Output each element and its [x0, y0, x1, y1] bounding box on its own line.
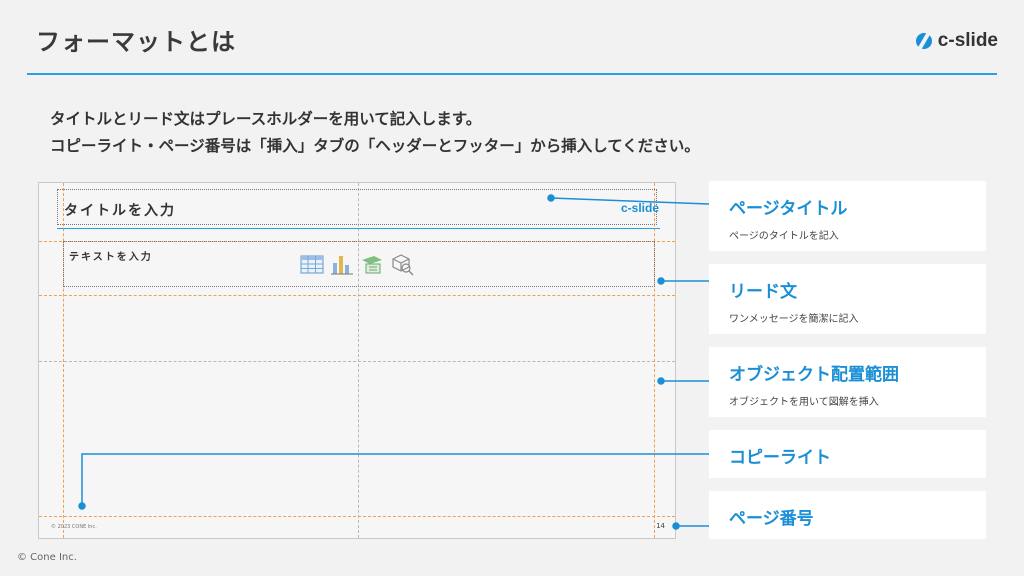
grid-horizontal-middle — [39, 361, 675, 362]
page-title: フォーマットとは — [36, 28, 236, 56]
callout-card-page-number: ページ番号 — [709, 491, 986, 539]
callout-card-page-title: ページタイトル ページのタイトルを記入 — [709, 181, 986, 251]
callout-card-copyright: コピーライト — [709, 430, 986, 478]
c-slide-logo-icon — [915, 33, 932, 49]
callout-subtitle: オブジェクトを用いて図解を挿入 — [729, 397, 879, 408]
intro-text: タイトルとリード文はプレースホルダーを用いて記入します。 コピーライト・ページ番… — [50, 106, 700, 160]
brand-logo-text: c-slide — [937, 30, 998, 51]
insert-icons — [300, 252, 414, 276]
header-divider — [27, 73, 997, 75]
3d-model-icon[interactable] — [390, 252, 414, 276]
callout-title: リード文 — [729, 282, 797, 302]
callout-title: ページ番号 — [729, 509, 814, 529]
intro-line-1: タイトルとリード文はプレースホルダーを用いて記入します。 — [50, 110, 482, 128]
intro-line-2: コピーライト・ページ番号は「挿入」タブの「ヘッダーとフッター」から挿入してくださ… — [50, 137, 700, 155]
guide-right — [654, 183, 655, 538]
footer-copyright: © Cone Inc. — [17, 552, 77, 563]
callout-subtitle: ページのタイトルを記入 — [729, 231, 839, 242]
slide-header-line — [57, 228, 660, 229]
callout-title: ページタイトル — [729, 199, 848, 219]
text-placeholder[interactable]: テキストを入力 — [63, 241, 655, 287]
title-placeholder-text: タイトルを入力 — [64, 203, 176, 219]
callout-card-lead-text: リード文 ワンメッセージを簡潔に記入 — [709, 264, 986, 334]
slide-logo: c-slide — [620, 201, 659, 215]
brand-logo: c-slide — [915, 30, 998, 52]
callout-card-object-area: オブジェクト配置範囲 オブジェクトを用いて図解を挿入 — [709, 347, 986, 417]
text-placeholder-text: テキストを入力 — [69, 252, 153, 263]
guide-content-top — [39, 295, 675, 296]
chart-icon[interactable] — [330, 252, 354, 276]
table-icon[interactable] — [300, 252, 324, 276]
guide-left — [63, 183, 64, 538]
callout-title: オブジェクト配置範囲 — [729, 365, 899, 385]
callout-subtitle: ワンメッセージを簡潔に記入 — [729, 314, 859, 325]
slide-copyright: © 2023 CONE Inc. — [51, 524, 97, 530]
slide-page-number: 14 — [656, 522, 665, 530]
smartart-icon[interactable] — [360, 252, 384, 276]
slide-preview: タイトルを入力 c-slide テキストを入力 © 2023 CONE Inc.… — [38, 182, 676, 539]
callout-title: コピーライト — [729, 448, 831, 468]
guide-bottom — [39, 516, 675, 517]
title-placeholder[interactable]: タイトルを入力 — [57, 189, 657, 225]
